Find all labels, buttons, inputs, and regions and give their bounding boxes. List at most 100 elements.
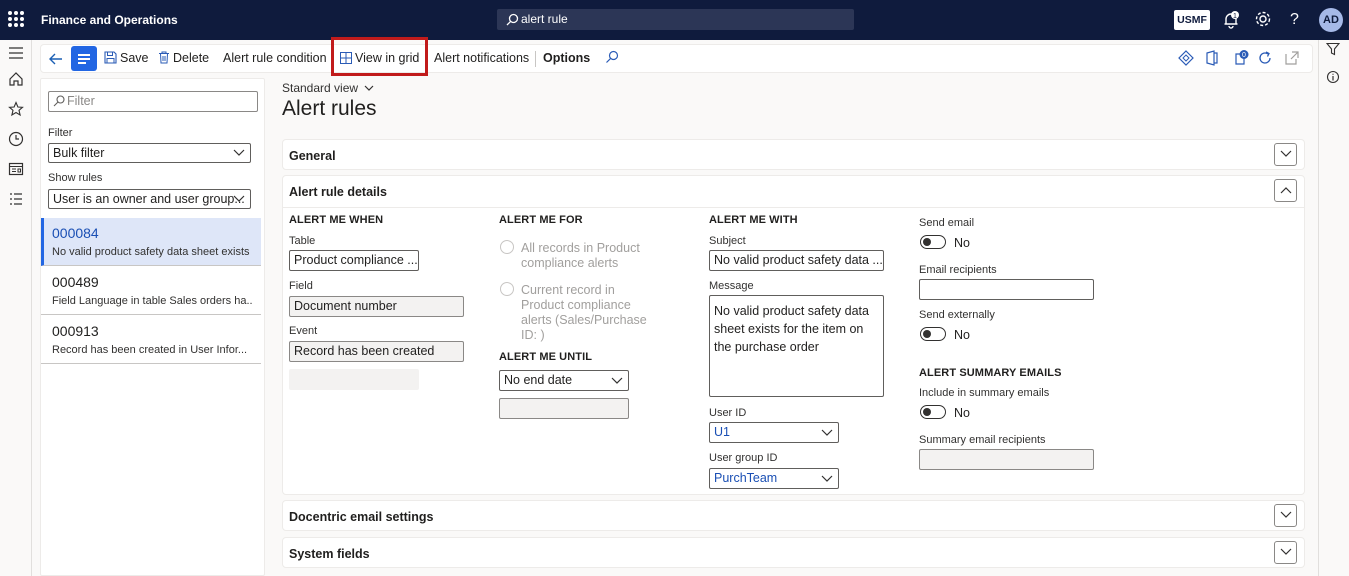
gear-icon[interactable]	[1254, 10, 1274, 30]
summary-recipients-label: Summary email recipients	[919, 434, 1046, 446]
send-email-value: No	[954, 236, 970, 250]
user-group-dropdown[interactable]: PurchTeam	[709, 468, 839, 489]
table-field[interactable]: Product compliance ...	[289, 250, 419, 271]
summary-recipients-field[interactable]	[919, 449, 1094, 470]
list-item[interactable]: 000489 Field Language in table Sales ord…	[41, 267, 261, 315]
show-list-button[interactable]	[71, 46, 97, 71]
bell-icon[interactable]: 1	[1221, 10, 1241, 30]
filter-icon[interactable]	[1325, 42, 1342, 58]
fasttab-docentric-title: Docentric email settings	[289, 510, 434, 524]
current-record-label: Current record in Product compliance ale…	[521, 283, 647, 342]
clock-icon[interactable]	[8, 131, 24, 147]
current-record-radio[interactable]	[500, 282, 514, 296]
power-apps-icon[interactable]	[1178, 50, 1194, 66]
subject-label: Subject	[709, 235, 746, 247]
workspaces-icon[interactable]	[8, 161, 24, 177]
info-icon[interactable]	[1326, 70, 1342, 86]
bulk-filter-dropdown[interactable]: Bulk filter	[48, 143, 251, 163]
list-item-description: Field Language in table Sales orders ha.…	[52, 295, 252, 307]
trash-icon	[159, 51, 169, 64]
end-date-field[interactable]	[499, 398, 629, 419]
chevron-down-icon	[1280, 548, 1292, 555]
top-navigation-bar: Finance and Operations alert rule USMF 1…	[0, 0, 1349, 40]
back-arrow-icon[interactable]	[47, 50, 65, 68]
chevron-down-icon	[611, 377, 623, 384]
company-picker[interactable]: USMF	[1174, 10, 1210, 30]
save-button[interactable]: Save	[104, 45, 149, 72]
all-records-radio[interactable]	[500, 240, 514, 254]
list-item-description: Record has been created in User Infor...	[52, 344, 248, 356]
expand-system-button[interactable]	[1274, 541, 1297, 564]
show-rules-dropdown[interactable]: User is an owner and user group...	[48, 189, 251, 209]
home-icon[interactable]	[8, 71, 24, 87]
alert-notifications-button[interactable]: Alert notifications	[434, 45, 529, 72]
expand-docentric-button[interactable]	[1274, 504, 1297, 527]
alert-rule-condition-button[interactable]: Alert rule condition	[223, 45, 327, 72]
alert-me-for-header: ALERT ME FOR	[499, 214, 583, 226]
fasttab-divider	[283, 207, 1304, 208]
email-recipients-label: Email recipients	[919, 264, 997, 276]
include-summary-label: Include in summary emails	[919, 387, 1050, 399]
action-search-icon[interactable]	[605, 50, 621, 66]
send-email-toggle[interactable]	[920, 235, 946, 249]
include-summary-value: No	[954, 406, 970, 420]
send-externally-label: Send externally	[919, 309, 995, 321]
fasttab-alert-rule-details: Alert rule details ALERT ME WHEN Table P…	[282, 175, 1305, 495]
action-pane: Save Delete Alert rule condition View in…	[40, 44, 1313, 73]
fasttab-system-fields[interactable]: System fields	[282, 537, 1305, 568]
all-records-label: All records in Product compliance alerts	[521, 241, 640, 270]
end-date-dropdown[interactable]: No end date	[499, 370, 629, 391]
list-item[interactable]: 000913 Record has been created in User I…	[41, 316, 261, 364]
list-item-description: No valid product safety data sheet exist…	[52, 246, 250, 258]
app-launcher-icon[interactable]	[8, 11, 24, 27]
hamburger-menu-icon[interactable]	[8, 45, 24, 61]
fasttab-system-title: System fields	[289, 547, 370, 561]
fasttab-docentric[interactable]: Docentric email settings	[282, 500, 1305, 531]
modules-list-icon[interactable]	[8, 191, 24, 207]
include-summary-toggle[interactable]	[920, 405, 946, 419]
alert-me-when-header: ALERT ME WHEN	[289, 214, 384, 226]
app-title[interactable]: Finance and Operations	[41, 13, 178, 27]
field-field[interactable]: Document number	[289, 296, 464, 317]
left-navigation-pane	[0, 40, 32, 576]
message-textarea[interactable]: No valid product safety data sheet exist…	[709, 295, 884, 397]
list-item[interactable]: 000084 No valid product safety data shee…	[41, 218, 261, 266]
expand-general-button[interactable]	[1274, 143, 1297, 166]
view-name: Standard view	[282, 81, 359, 95]
list-filter-input[interactable]: Filter	[48, 91, 258, 112]
table-label: Table	[289, 235, 316, 247]
message-label: Message	[709, 280, 754, 292]
delete-button[interactable]: Delete	[158, 45, 209, 72]
user-id-dropdown[interactable]: U1	[709, 422, 839, 443]
event-field[interactable]: Record has been created	[289, 341, 464, 362]
open-new-window-icon[interactable]	[1284, 50, 1300, 66]
send-externally-value: No	[954, 328, 970, 342]
action-divider	[535, 51, 536, 67]
alert-summary-header: ALERT SUMMARY EMAILS	[919, 367, 1062, 379]
view-selector[interactable]: Standard view	[282, 81, 374, 95]
user-id-value: U1	[714, 425, 730, 439]
alert-me-with-header: ALERT ME WITH	[709, 214, 798, 226]
subject-field[interactable]: No valid product safety data ...	[709, 250, 884, 271]
email-recipients-field[interactable]	[919, 279, 1094, 300]
event-label: Event	[289, 325, 318, 337]
attachments-badge-icon[interactable]: 0	[1233, 50, 1249, 66]
fasttab-general[interactable]: General	[282, 139, 1305, 170]
refresh-icon[interactable]	[1257, 50, 1273, 66]
options-tab[interactable]: Options	[543, 45, 590, 72]
record-list-panel: Filter Filter Bulk filter Show rules Use…	[40, 78, 265, 576]
list-filter-placeholder: Filter	[67, 94, 95, 108]
collapse-details-button[interactable]	[1274, 179, 1297, 202]
global-search-input[interactable]: alert rule	[497, 9, 854, 30]
chevron-down-icon	[233, 195, 245, 202]
send-externally-toggle[interactable]	[920, 327, 946, 341]
star-icon[interactable]	[8, 101, 24, 117]
filter-label: Filter	[48, 127, 73, 139]
help-icon[interactable]: ?	[1290, 10, 1310, 30]
chevron-down-icon	[364, 85, 374, 91]
chevron-down-icon	[1280, 150, 1292, 157]
chevron-up-icon	[1280, 187, 1292, 194]
user-avatar[interactable]: AD	[1319, 8, 1343, 32]
office-icon[interactable]	[1204, 50, 1220, 66]
user-group-value: PurchTeam	[714, 471, 778, 485]
